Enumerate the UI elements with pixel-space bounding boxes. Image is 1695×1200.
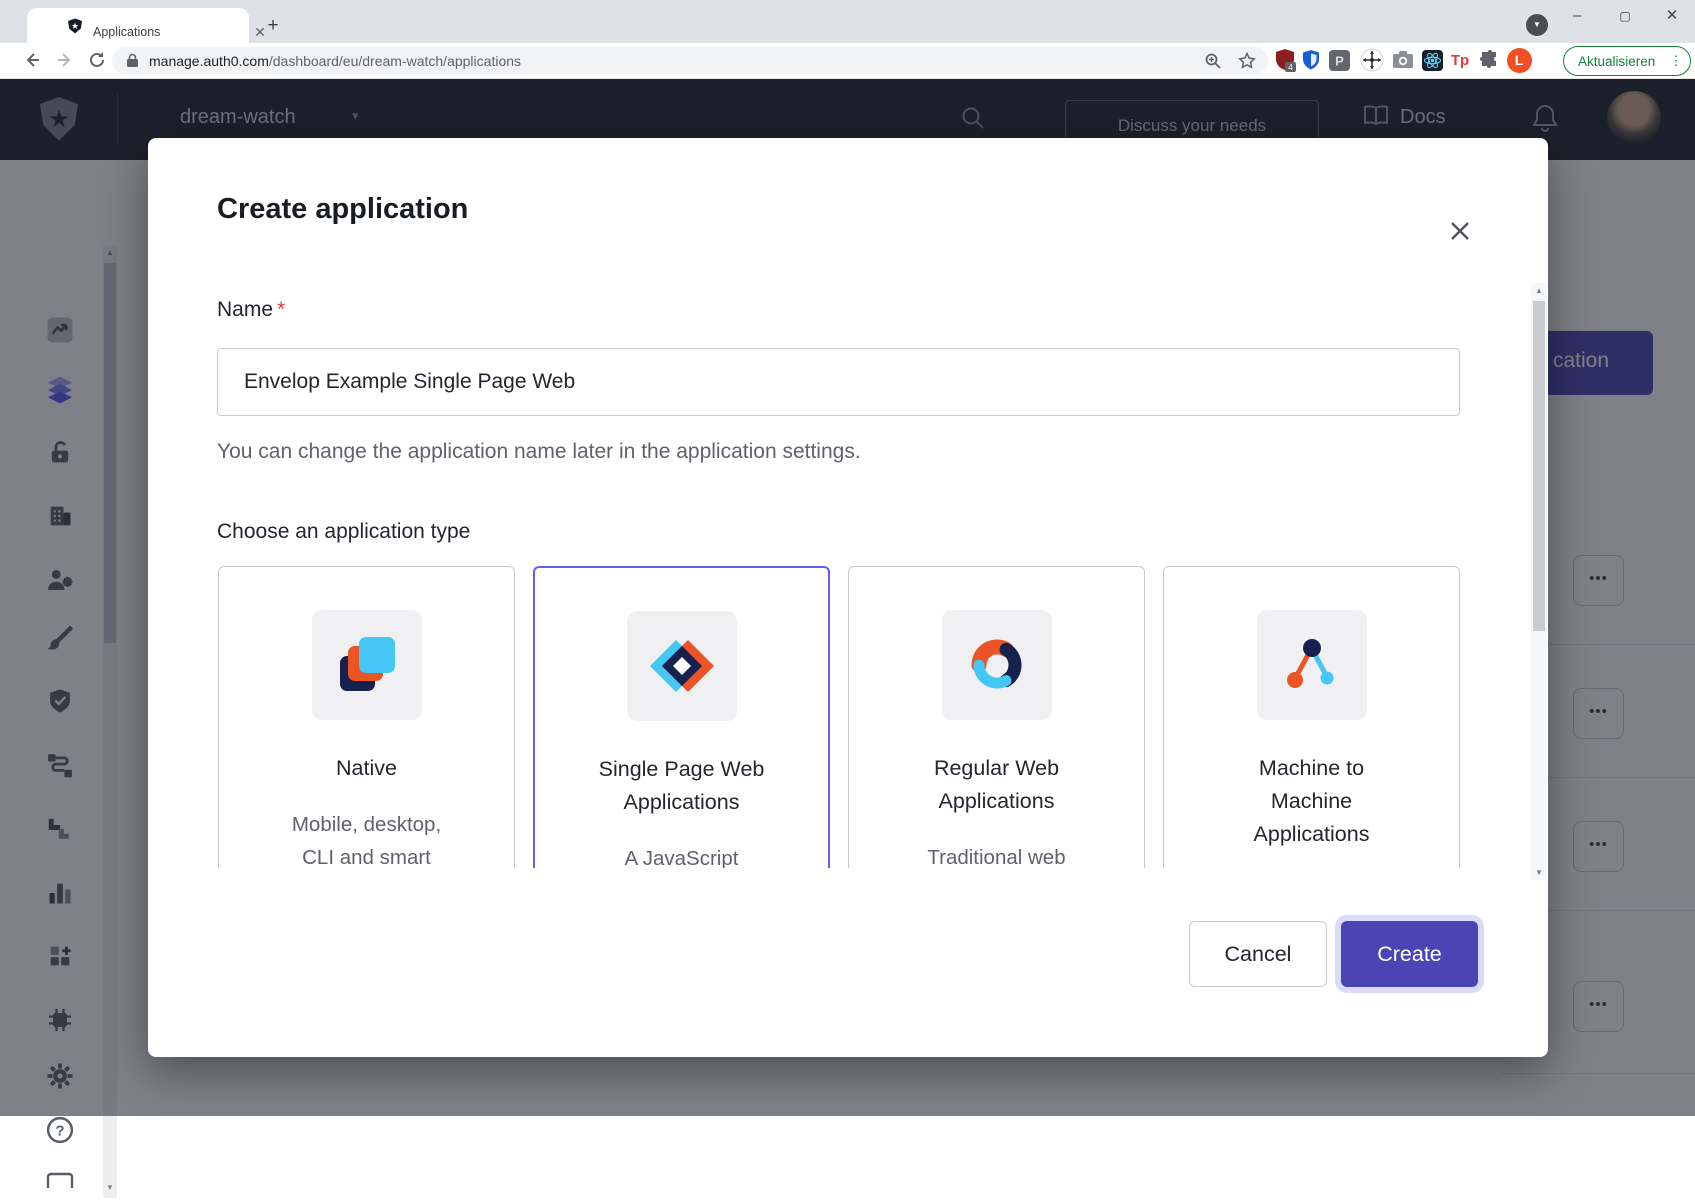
choose-type-label: Choose an application type — [217, 520, 470, 544]
extensions-puzzle-icon[interactable] — [1477, 47, 1503, 73]
card-title: Regular WebApplications — [849, 752, 1144, 818]
bookmark-star-icon[interactable] — [1238, 52, 1256, 70]
auth0-favicon-icon: ★ — [67, 18, 83, 34]
regular-web-icon — [942, 610, 1052, 720]
window-minimize-button[interactable]: – — [1562, 6, 1592, 28]
card-single-page-web[interactable]: Single Page WebApplications A JavaScript — [533, 566, 830, 868]
svg-text:P: P — [1335, 53, 1344, 68]
sidebar-item-bottom-partial[interactable] — [40, 1160, 80, 1200]
card-machine-to-machine[interactable]: Machine toMachineApplications — [1163, 566, 1460, 868]
card-title: Machine toMachineApplications — [1164, 752, 1459, 851]
modal-scrollbar-thumb[interactable] — [1533, 301, 1545, 631]
browser-toolbar: manage.auth0.com/dashboard/eu/dream-watc… — [0, 43, 1695, 79]
url-text: manage.auth0.com/dashboard/eu/dream-watc… — [149, 53, 521, 69]
tab-title: Applications — [93, 25, 160, 39]
browser-update-button[interactable]: Aktualisieren ⋮ — [1563, 46, 1691, 76]
name-label: Name* — [217, 298, 285, 322]
modal-close-icon[interactable] — [1442, 213, 1478, 249]
svg-text:?: ? — [55, 1123, 64, 1140]
back-icon[interactable] — [18, 46, 46, 74]
ublock-extension-icon[interactable]: 4 — [1272, 47, 1298, 73]
p-extension-icon[interactable]: P — [1326, 47, 1352, 73]
create-button[interactable]: Create — [1341, 921, 1478, 987]
svg-text:★: ★ — [71, 21, 79, 31]
card-description: A JavaScript — [535, 842, 828, 868]
browser-profile-avatar[interactable]: L — [1506, 47, 1532, 73]
address-bar[interactable]: manage.auth0.com/dashboard/eu/dream-watc… — [112, 47, 1268, 74]
application-type-cards: Native Mobile, desktop,CLI and smart Sin… — [218, 566, 1460, 868]
modal-scrollbar[interactable]: ▲ ▼ — [1531, 283, 1547, 880]
create-application-modal: Create application Name* You can change … — [148, 138, 1548, 1057]
modal-title: Create application — [217, 193, 468, 226]
window-close-button[interactable]: ✕ — [1657, 6, 1687, 28]
window-maximize-button[interactable]: ▢ — [1610, 6, 1640, 28]
scroll-down-icon[interactable]: ▼ — [1531, 868, 1547, 877]
scroll-down-icon[interactable]: ▼ — [103, 1183, 117, 1192]
forward-icon[interactable] — [51, 46, 79, 74]
bitwarden-extension-icon[interactable] — [1298, 47, 1324, 73]
card-description: Traditional web — [849, 841, 1144, 868]
sidebar-item-help[interactable]: ? — [40, 1110, 80, 1150]
card-native[interactable]: Native Mobile, desktop,CLI and smart — [218, 566, 515, 868]
modal-body: Name* You can change the application nam… — [148, 268, 1531, 868]
m2m-icon — [1257, 610, 1367, 720]
application-name-input[interactable] — [217, 348, 1460, 416]
camera-extension-icon[interactable] — [1390, 47, 1416, 73]
browser-tab[interactable]: ★ Applications ✕ — [27, 8, 249, 43]
card-regular-web[interactable]: Regular WebApplications Traditional web — [848, 566, 1145, 868]
spa-icon — [627, 611, 737, 721]
svg-text:4: 4 — [1288, 63, 1293, 72]
tab-search-icon[interactable]: ▼ — [1526, 14, 1548, 36]
react-devtools-extension-icon[interactable] — [1419, 47, 1445, 73]
native-icon — [312, 610, 422, 720]
card-title: Native — [219, 752, 514, 785]
name-help-text: You can change the application name late… — [217, 440, 861, 464]
required-asterisk: * — [277, 298, 285, 321]
cancel-button[interactable]: Cancel — [1189, 921, 1327, 987]
reload-icon[interactable] — [83, 46, 111, 74]
browser-tabstrip: ★ Applications ✕ + ▼ – ▢ ✕ — [0, 0, 1695, 43]
tp-extension-icon[interactable]: Tp — [1447, 47, 1473, 73]
zoom-icon[interactable] — [1204, 52, 1222, 70]
move-tool-extension-icon[interactable] — [1359, 47, 1385, 73]
lock-icon — [126, 53, 139, 68]
scroll-up-icon[interactable]: ▲ — [1531, 286, 1547, 295]
card-title: Single Page WebApplications — [535, 753, 828, 819]
browser-menu-icon[interactable]: ⋮ — [1669, 57, 1683, 65]
card-description: Mobile, desktop,CLI and smart — [219, 808, 514, 868]
new-tab-button[interactable]: + — [261, 14, 285, 38]
